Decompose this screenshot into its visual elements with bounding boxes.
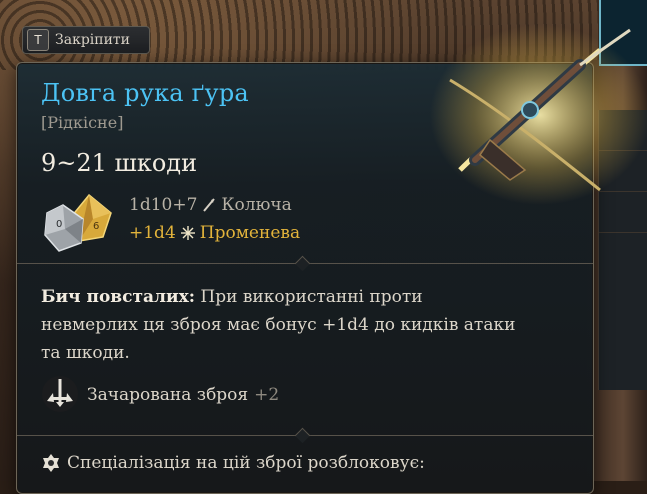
ability-name: Бич повсталих: [41,287,195,307]
damage-type: Променева [199,223,301,243]
damage-range: 9~21 шкоди [41,149,198,177]
specialization-text: Спеціалізація на цій зброї розблоковує: [67,453,425,473]
enchanted-weapon-icon [42,376,78,412]
pin-tooltip-button[interactable]: T Закріпити [22,26,150,54]
specialization-icon [43,454,59,472]
damage-dice: +1d4 [129,223,176,243]
ability-text-3: та шкоди. [41,343,130,363]
svg-text:6: 6 [93,221,99,232]
ability-description: Бич повсталих: При використанні проти не… [41,283,541,367]
radiant-icon [180,226,195,240]
piercing-icon [203,198,216,212]
pin-label: Закріпити [55,32,130,48]
crossbow-icon [430,25,647,205]
enchant-label: Зачарована зброя [87,385,249,405]
damage-line-physical: 1d10+7 Колюча [129,195,292,215]
enchant-bonus: +2 [254,385,280,405]
damage-line-radiant: +1d4 Променева [129,223,300,243]
item-rarity: [Рідкісне] [41,113,124,132]
ability-text-2: невмерлих ця зброя має бонус +1d4 до кид… [41,315,516,335]
divider [17,435,593,436]
ability-text-1: При використанні проти [195,287,423,307]
key-hint-t: T [27,29,49,51]
damage-dice: 1d10+7 [129,195,198,215]
svg-text:0: 0 [56,219,62,230]
item-name: Довга рука ґура [41,79,249,107]
damage-type: Колюча [221,195,292,215]
divider [17,263,593,264]
enchant-line: Зачарована зброя +2 [87,385,279,405]
dice-icon: 6 0 [44,193,112,252]
